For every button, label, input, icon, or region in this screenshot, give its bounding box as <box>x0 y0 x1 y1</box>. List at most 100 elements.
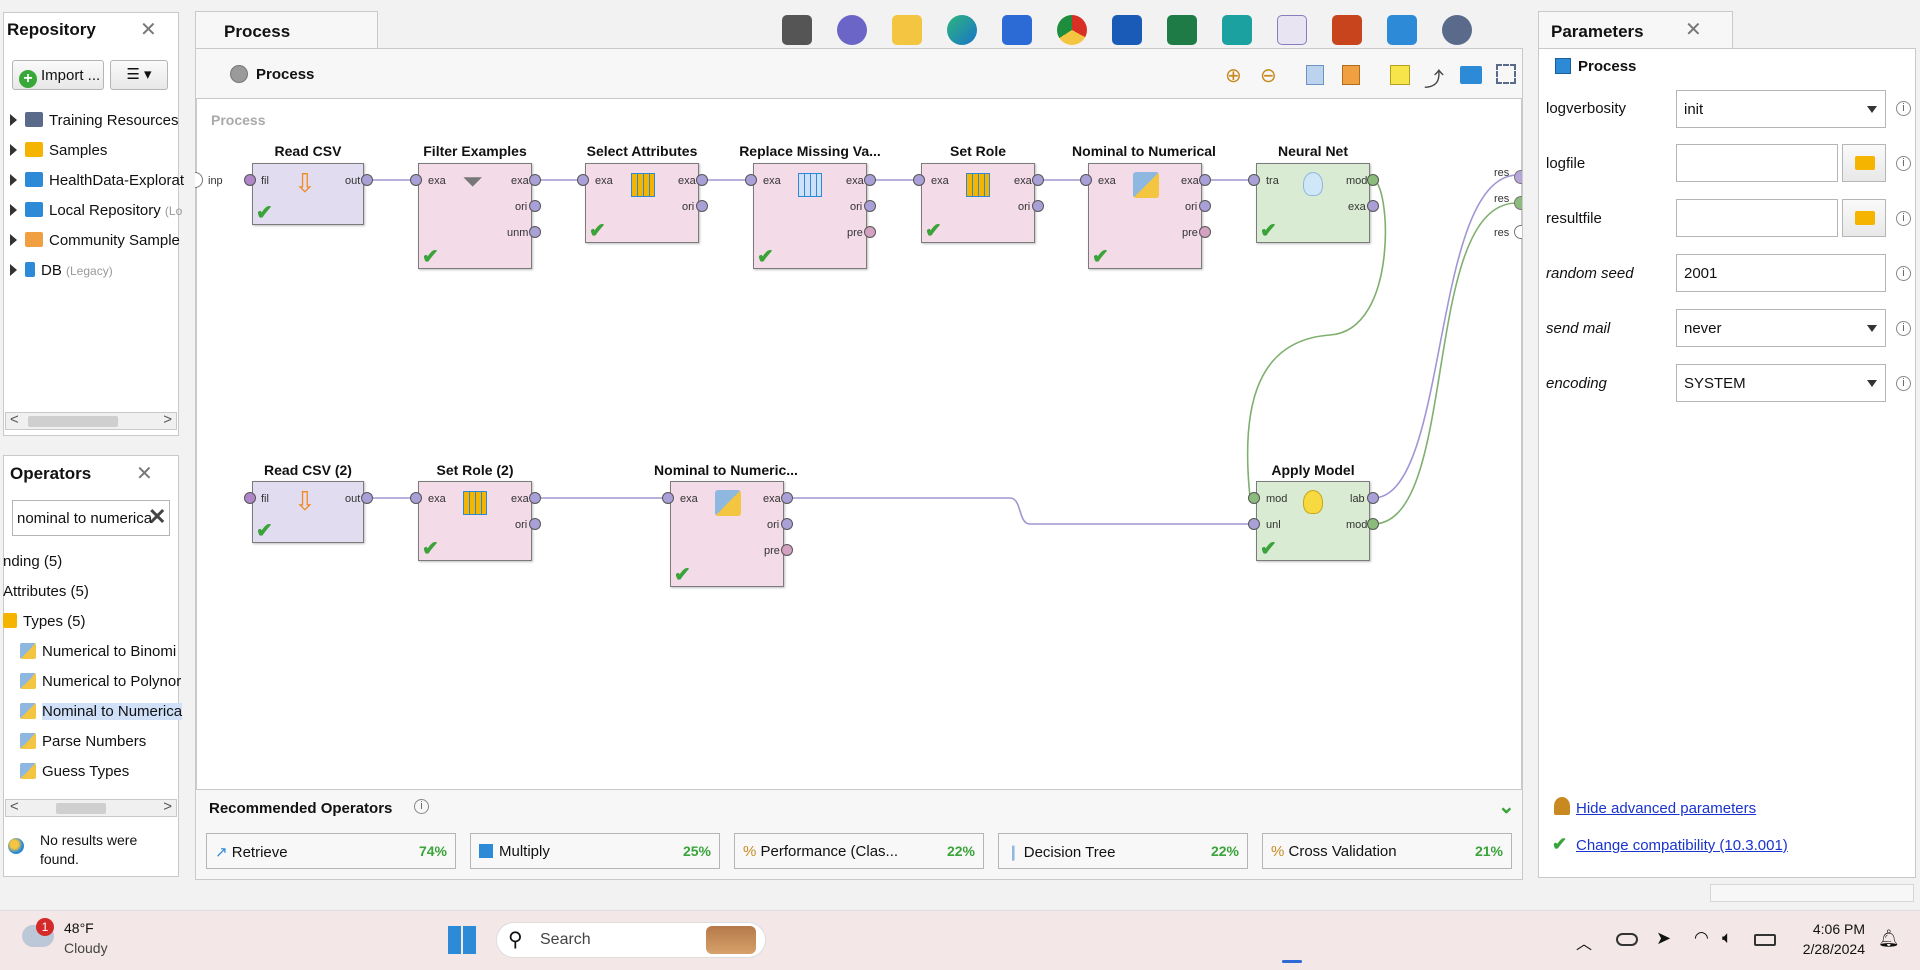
battery-icon[interactable] <box>1754 934 1776 946</box>
port-in-mod[interactable] <box>1248 492 1260 504</box>
port-in-exa[interactable] <box>745 174 757 186</box>
collapse-chevron-icon[interactable]: ⌄ <box>1498 794 1515 819</box>
notification-bell-icon[interactable]: 🔔︎ <box>1878 929 1900 949</box>
port-in-exa[interactable] <box>577 174 589 186</box>
weather-temp[interactable]: 48°F <box>64 920 94 936</box>
encoding-select[interactable]: SYSTEM <box>1676 364 1886 402</box>
info-icon[interactable]: i <box>1896 376 1911 391</box>
onedrive-icon[interactable] <box>1616 933 1638 946</box>
check-icon: ✔ <box>757 246 774 268</box>
word-icon[interactable] <box>1112 15 1142 45</box>
parameters-subtitle: Process <box>1578 58 1637 75</box>
rapidminer-icon[interactable] <box>1277 15 1307 45</box>
logverbosity-select[interactable]: init <box>1676 90 1886 128</box>
port-out-ori[interactable] <box>696 200 708 212</box>
chrome-icon[interactable] <box>1057 15 1087 45</box>
reco-retrieve[interactable]: ↗ Retrieve 74% <box>206 833 456 869</box>
reco-decision-tree[interactable]: ❙ Decision Tree 22% <box>998 833 1248 869</box>
resultfile-input[interactable] <box>1676 199 1838 237</box>
port-out-ori[interactable] <box>1032 200 1044 212</box>
port-out-ori[interactable] <box>1199 200 1211 212</box>
app-icon[interactable] <box>1222 15 1252 45</box>
port-out-mod[interactable] <box>1367 174 1379 186</box>
wifi-icon[interactable]: ◠ <box>1694 928 1709 948</box>
excel-icon[interactable] <box>1167 15 1197 45</box>
node-title: Set Role <box>949 143 1006 159</box>
port-label: exa <box>1181 175 1199 187</box>
port-in-exa[interactable] <box>410 492 422 504</box>
port-out-exa[interactable] <box>696 174 708 186</box>
port-out-unm[interactable] <box>529 226 541 238</box>
logfile-browse-button[interactable] <box>1842 144 1886 182</box>
port-out-out[interactable] <box>361 492 373 504</box>
node-title: Set Role (2) <box>436 462 514 478</box>
port-out-exa[interactable] <box>529 492 541 504</box>
port-out-ori[interactable] <box>781 518 793 530</box>
port-out-ori[interactable] <box>529 518 541 530</box>
port-out-exa[interactable] <box>1032 174 1044 186</box>
port-out-exa[interactable] <box>1367 200 1379 212</box>
port-label: exa <box>763 493 781 505</box>
clock-date[interactable]: 2/28/2024 <box>1785 941 1865 957</box>
port-out-pre[interactable] <box>781 544 793 556</box>
info-icon[interactable]: i <box>414 799 429 814</box>
powerpoint-icon[interactable] <box>1332 15 1362 45</box>
windows-start-icon[interactable] <box>448 926 476 954</box>
port-label: tra <box>1266 175 1279 187</box>
port-in-unl[interactable] <box>1248 518 1260 530</box>
result-port-2[interactable] <box>1514 196 1522 210</box>
reco-cross-validation[interactable]: % Cross Validation 21% <box>1262 833 1512 869</box>
port-in-fil[interactable] <box>244 174 256 186</box>
settings-icon[interactable] <box>1442 15 1472 45</box>
check-icon: ✔ <box>1260 538 1277 560</box>
task-view-icon[interactable] <box>782 15 812 45</box>
port-out-exa[interactable] <box>529 174 541 186</box>
port-out-pre[interactable] <box>864 226 876 238</box>
port-out-pre[interactable] <box>1199 226 1211 238</box>
photos-icon[interactable] <box>1387 15 1417 45</box>
port-in-tra[interactable] <box>1248 174 1260 186</box>
edge-icon[interactable] <box>947 15 977 45</box>
reco-performance[interactable]: % Performance (Clas... 22% <box>734 833 984 869</box>
port-out-exa[interactable] <box>781 492 793 504</box>
chevron-up-icon[interactable]: ︿ <box>1576 930 1592 954</box>
info-icon[interactable]: i <box>1896 266 1911 281</box>
port-out-out[interactable] <box>361 174 373 186</box>
tab-parameters[interactable]: Parameters <box>1538 11 1733 49</box>
location-icon[interactable]: ➤ <box>1656 928 1671 949</box>
store-icon[interactable] <box>1002 15 1032 45</box>
random-seed-input[interactable]: 2001 <box>1676 254 1886 292</box>
port-out-ori[interactable] <box>529 200 541 212</box>
port-out-exa[interactable] <box>1199 174 1211 186</box>
check-icon: ✔ <box>674 564 691 586</box>
result-port-1[interactable] <box>1514 170 1522 184</box>
port-label: ori <box>515 201 528 213</box>
port-out-lab[interactable] <box>1367 492 1379 504</box>
port-out-ori[interactable] <box>864 200 876 212</box>
logfile-input[interactable] <box>1676 144 1838 182</box>
port-in-exa[interactable] <box>913 174 925 186</box>
port-out-mod[interactable] <box>1367 518 1379 530</box>
port-out-exa[interactable] <box>864 174 876 186</box>
info-icon[interactable]: i <box>1896 101 1911 116</box>
port-label: exa <box>595 175 613 187</box>
weather-desc[interactable]: Cloudy <box>64 940 108 956</box>
clock-time[interactable]: 4:06 PM <box>1795 921 1865 937</box>
reco-multiply[interactable]: Multiply 25% <box>470 833 720 869</box>
port-in-exa[interactable] <box>410 174 422 186</box>
volume-icon[interactable]: 🔈︎ <box>1722 928 1732 948</box>
info-icon[interactable]: i <box>1896 211 1911 226</box>
hide-advanced-parameters-link[interactable]: Hide advanced parameters <box>1576 800 1756 817</box>
teams-icon[interactable] <box>837 15 867 45</box>
parameters-close-icon[interactable]: ✕ <box>1685 17 1702 42</box>
send-mail-select[interactable]: never <box>1676 309 1886 347</box>
resultfile-browse-button[interactable] <box>1842 199 1886 237</box>
port-in-fil[interactable] <box>244 492 256 504</box>
port-in-exa[interactable] <box>1080 174 1092 186</box>
file-explorer-icon[interactable] <box>892 15 922 45</box>
info-icon[interactable]: i <box>1896 156 1911 171</box>
change-compatibility-link[interactable]: Change compatibility (10.3.001) <box>1576 837 1788 854</box>
port-in-exa[interactable] <box>662 492 674 504</box>
info-icon[interactable]: i <box>1896 321 1911 336</box>
result-port-3[interactable] <box>1514 225 1522 239</box>
